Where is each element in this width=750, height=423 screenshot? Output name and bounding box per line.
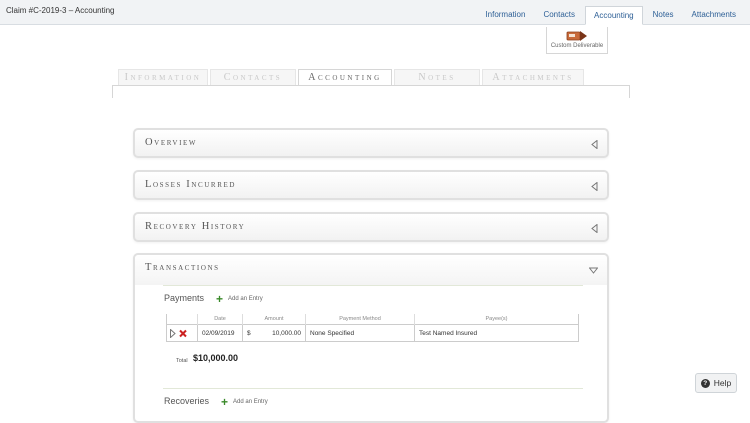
recovery-history-panel[interactable]: Recovery History xyxy=(133,212,609,242)
tab-contacts[interactable]: Contacts xyxy=(535,6,583,24)
collapse-arrow-icon[interactable] xyxy=(591,182,598,191)
tab2-attachments[interactable]: Attachments xyxy=(482,69,584,86)
total-value: $10,000.00 xyxy=(193,353,239,363)
help-button[interactable]: ? Help xyxy=(695,373,737,393)
panel-title: Losses Incurred xyxy=(145,179,236,190)
row-controls xyxy=(166,324,198,342)
cell-amount: $ 10,000.00 xyxy=(242,324,306,342)
cell-payment-method: None Specified xyxy=(305,324,415,342)
tab-notes[interactable]: Notes xyxy=(645,6,682,24)
plus-icon: + xyxy=(216,292,224,306)
help-label: Help xyxy=(713,378,732,388)
payments-table: Date Amount Payment Method Payee(s) 02/0… xyxy=(166,314,579,342)
page-title: Claim #C-2019-3 – Accounting xyxy=(6,6,115,15)
column-header-controls xyxy=(166,314,198,325)
tab2-contacts[interactable]: Contacts xyxy=(210,69,296,86)
amount-value: 10,000.00 xyxy=(272,329,301,337)
transactions-panel: Transactions Payments + Add an Entry Dat… xyxy=(133,253,609,423)
panel-title: Overview xyxy=(145,137,198,148)
collapse-arrow-icon[interactable] xyxy=(591,140,598,149)
column-header-amount: Amount xyxy=(242,314,306,325)
recoveries-title: Recoveries xyxy=(164,396,210,406)
payments-title: Payments xyxy=(164,293,205,303)
column-header-payment-method: Payment Method xyxy=(305,314,415,325)
tab2-information[interactable]: Information xyxy=(118,69,208,86)
secondary-tabs: Information Contacts Accounting Notes At… xyxy=(112,69,630,99)
add-payment-button[interactable]: + Add an Entry xyxy=(216,292,263,306)
delete-icon[interactable] xyxy=(179,329,187,337)
question-circle-icon: ? xyxy=(700,378,710,388)
panel-title: Transactions xyxy=(145,262,220,273)
table-row: 02/09/2019 $ 10,000.00 None Specified Te… xyxy=(166,324,579,342)
overview-panel[interactable]: Overview xyxy=(133,128,609,158)
custom-deliverable-label: Custom Deliverable xyxy=(550,43,604,49)
total-label: Total xyxy=(176,358,188,364)
losses-incurred-panel[interactable]: Losses Incurred xyxy=(133,170,609,200)
secondary-tabs-base xyxy=(112,85,630,98)
top-bar: Claim #C-2019-3 – Accounting Information… xyxy=(0,0,750,25)
custom-deliverable-button[interactable]: Custom Deliverable xyxy=(546,27,608,54)
section-divider xyxy=(163,285,583,286)
add-entry-label: Add an Entry xyxy=(228,296,263,302)
tab-accounting[interactable]: Accounting xyxy=(585,6,643,25)
plus-icon: + xyxy=(221,395,229,409)
tab2-notes[interactable]: Notes xyxy=(394,69,480,86)
tab-information[interactable]: Information xyxy=(477,6,533,24)
panel-title: Recovery History xyxy=(145,221,246,232)
cell-date: 02/09/2019 xyxy=(197,324,243,342)
custom-deliverable-icon xyxy=(566,31,587,41)
section-divider xyxy=(163,388,583,389)
cell-payee: Test Named Insured xyxy=(414,324,579,342)
expand-arrow-icon[interactable] xyxy=(589,267,598,274)
table-header-row: Date Amount Payment Method Payee(s) xyxy=(166,314,579,325)
add-entry-label: Add an Entry xyxy=(233,399,268,405)
tab-attachments[interactable]: Attachments xyxy=(684,6,744,24)
top-tabs: Information Contacts Accounting Notes At… xyxy=(475,6,744,25)
expand-row-icon[interactable] xyxy=(170,328,176,338)
add-recovery-button[interactable]: + Add an Entry xyxy=(221,395,268,409)
tab2-accounting[interactable]: Accounting xyxy=(298,69,392,86)
column-header-payees: Payee(s) xyxy=(414,314,579,325)
currency-symbol: $ xyxy=(247,329,251,337)
column-header-date: Date xyxy=(197,314,243,325)
collapse-arrow-icon[interactable] xyxy=(591,224,598,233)
